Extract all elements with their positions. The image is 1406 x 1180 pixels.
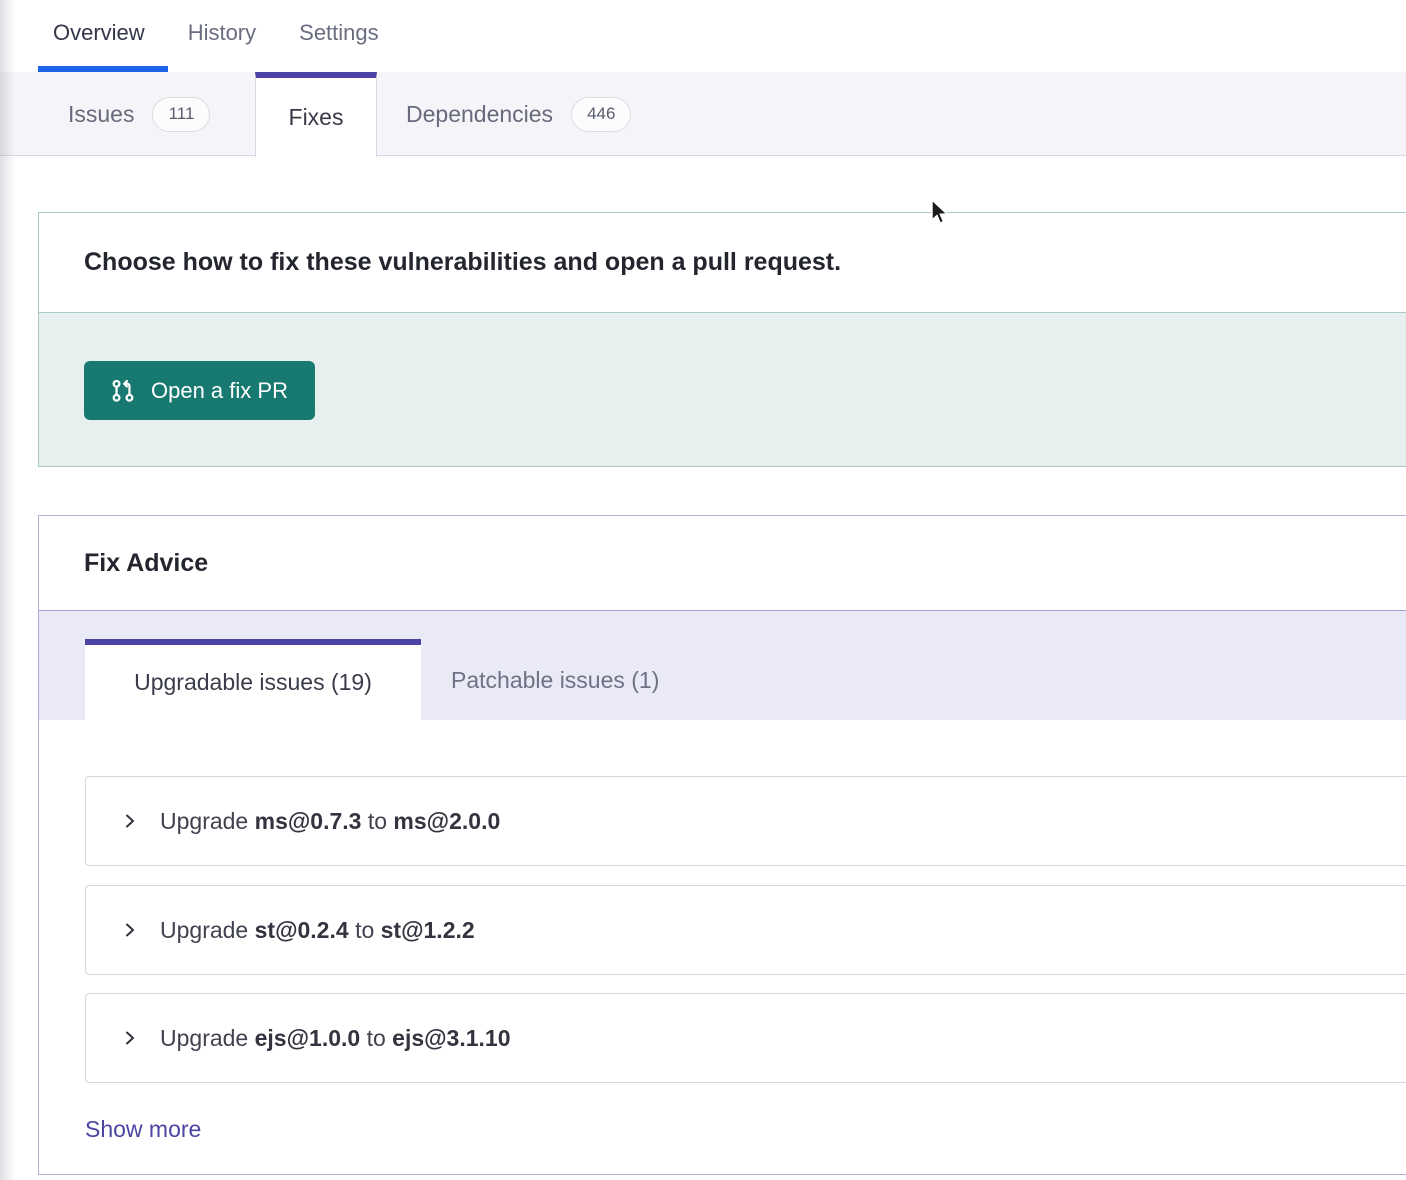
chevron-right-icon [122, 1030, 138, 1046]
tab-dependencies-label: Dependencies [406, 101, 553, 128]
dependencies-count-badge: 446 [571, 97, 631, 132]
upgrade-item-ms[interactable]: Upgrade ms@0.7.3 to ms@2.0.0 [85, 776, 1406, 866]
fix-banner-heading: Choose how to fix these vulnerabilities … [84, 248, 841, 277]
left-edge-shadow [0, 0, 15, 1180]
issues-count-badge: 111 [152, 97, 210, 132]
upgrade-prefix: Upgrade [160, 808, 248, 834]
fix-banner-header: Choose how to fix these vulnerabilities … [39, 213, 1406, 312]
fix-advice-tab-strip: Upgradable issues (19) Patchable issues … [39, 610, 1406, 720]
top-nav: Overview History Settings [0, 0, 1406, 72]
fix-advice-title: Fix Advice [84, 549, 208, 578]
tab-patchable-issues[interactable]: Patchable issues (1) [451, 667, 751, 694]
chevron-right-icon [122, 922, 138, 938]
open-fix-pr-label: Open a fix PR [151, 378, 288, 404]
tab-dependencies[interactable]: Dependencies 446 [406, 72, 631, 156]
upgrade-from-version: ejs@1.0.0 [255, 1025, 361, 1051]
upgrade-item-st[interactable]: Upgrade st@0.2.4 to st@1.2.2 [85, 885, 1406, 975]
upgrade-to-version: ms@2.0.0 [393, 808, 500, 834]
project-tab-bar: Issues 111 Fixes Dependencies 446 [0, 72, 1406, 156]
tab-upgradable-issues-label: Upgradable issues (19) [134, 669, 372, 696]
nav-item-overview[interactable]: Overview [53, 20, 145, 46]
nav-item-history[interactable]: History [188, 20, 256, 46]
upgrade-to-version: ejs@3.1.10 [392, 1025, 510, 1051]
upgrade-mid: to [355, 917, 374, 943]
fix-banner-body: Open a fix PR [39, 312, 1406, 466]
upgrade-mid: to [367, 1025, 386, 1051]
tab-upgradable-issues[interactable]: Upgradable issues (19) [85, 639, 421, 725]
show-more-link[interactable]: Show more [85, 1116, 201, 1143]
fix-advice-card: Fix Advice Upgradable issues (19) Patcha… [38, 515, 1406, 1175]
tab-issues[interactable]: Issues 111 [68, 72, 210, 156]
fix-advice-header: Fix Advice [39, 516, 1406, 610]
upgrade-from-version: ms@0.7.3 [255, 808, 362, 834]
tab-fixes-label: Fixes [289, 104, 344, 131]
upgrade-mid: to [368, 808, 387, 834]
chevron-right-icon [122, 813, 138, 829]
upgrade-prefix: Upgrade [160, 917, 248, 943]
upgrade-to-version: st@1.2.2 [381, 917, 475, 943]
tab-fixes[interactable]: Fixes [255, 72, 377, 157]
pull-request-icon [111, 379, 135, 403]
fix-vulnerabilities-banner: Choose how to fix these vulnerabilities … [38, 212, 1406, 467]
upgrade-prefix: Upgrade [160, 1025, 248, 1051]
open-fix-pr-button[interactable]: Open a fix PR [84, 361, 315, 420]
tab-patchable-issues-label: Patchable issues (1) [451, 667, 659, 693]
nav-item-settings[interactable]: Settings [299, 20, 379, 46]
upgrade-item-ejs[interactable]: Upgrade ejs@1.0.0 to ejs@3.1.10 [85, 993, 1406, 1083]
upgrade-from-version: st@0.2.4 [255, 917, 349, 943]
tab-issues-label: Issues [68, 101, 134, 128]
